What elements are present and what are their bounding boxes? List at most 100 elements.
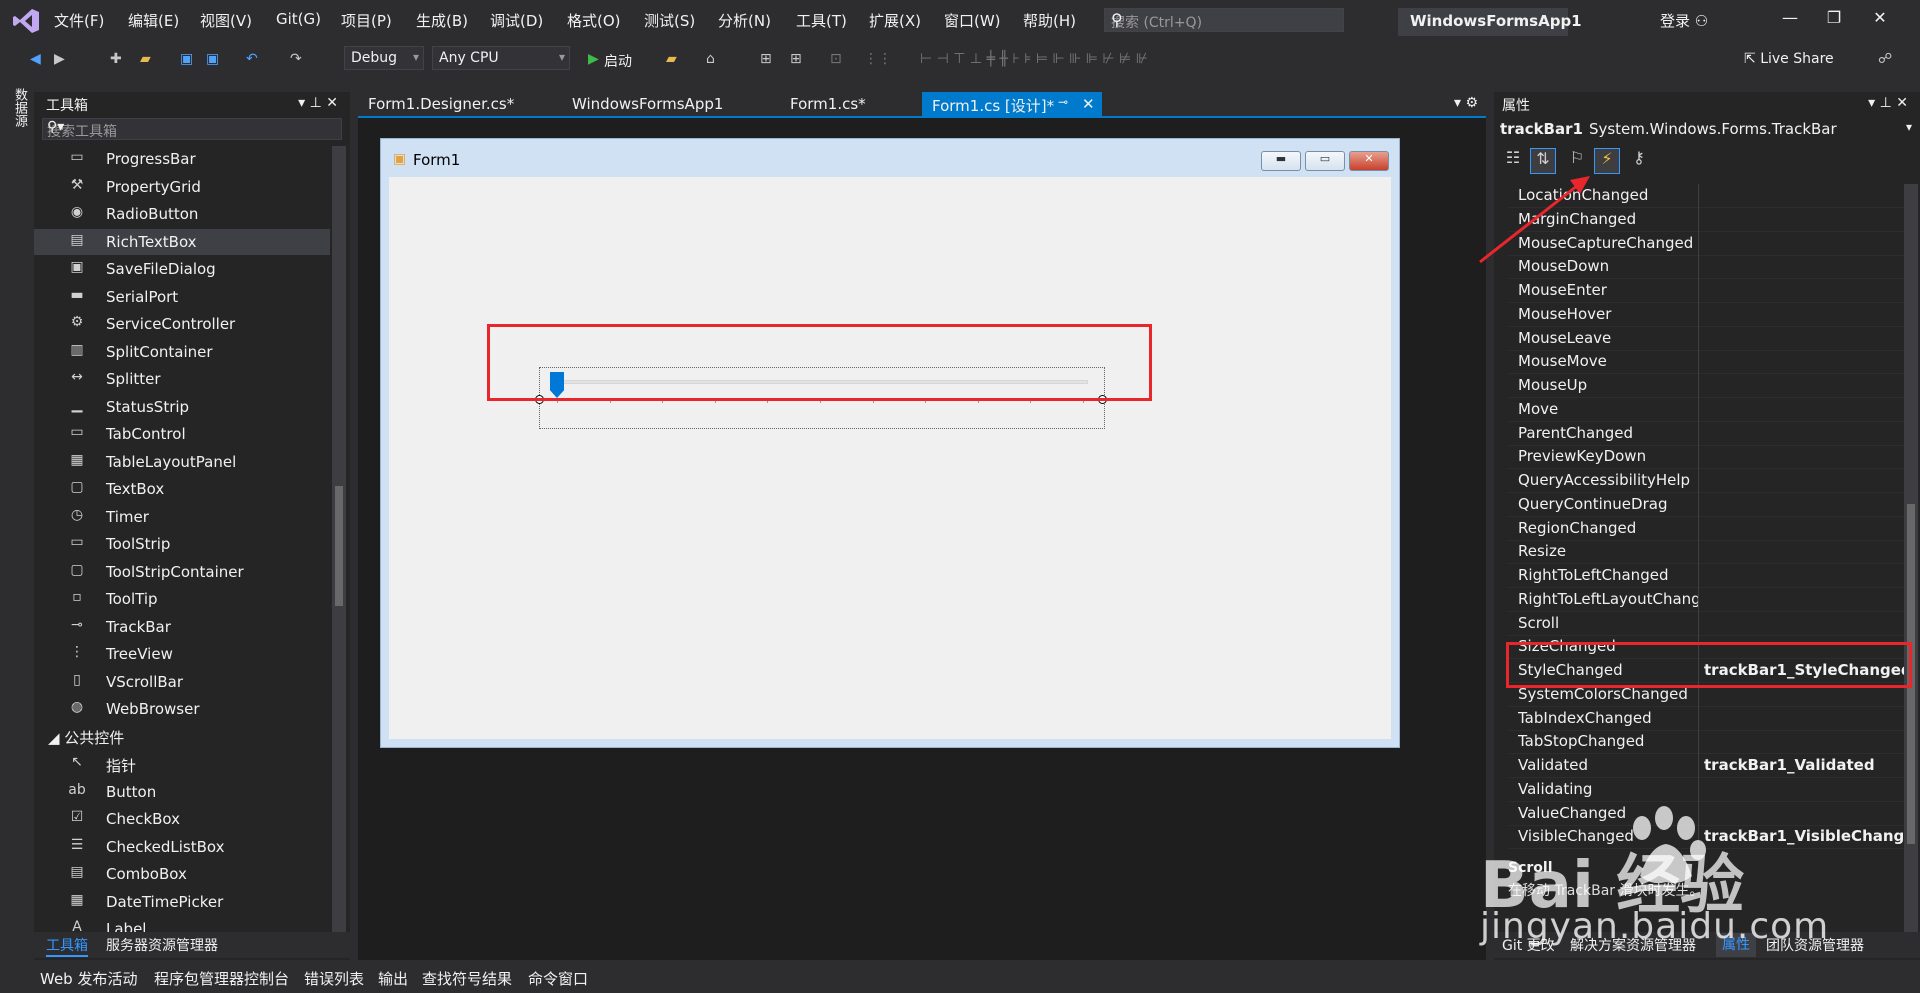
toolbox-item[interactable]: ▭ ToolStrip: [34, 531, 330, 557]
event-row[interactable]: ValueChanged: [1508, 801, 1904, 826]
search-input[interactable]: 搜索 (Ctrl+Q) ⚲: [1104, 8, 1344, 32]
menu-item-10[interactable]: 工具(T): [796, 10, 847, 31]
undo-icon[interactable]: ↶: [246, 51, 258, 67]
toolbox-item[interactable]: ab Button: [34, 779, 330, 805]
menu-item-5[interactable]: 生成(B): [416, 10, 468, 31]
event-row[interactable]: PreviewKeyDown: [1508, 445, 1904, 470]
event-row[interactable]: TabIndexChanged: [1508, 706, 1904, 731]
save-all-icon[interactable]: ▣: [206, 51, 219, 67]
form-close-button[interactable]: ✕: [1349, 151, 1389, 171]
config-select[interactable]: Debug: [344, 46, 424, 70]
close-button[interactable]: ✕: [1862, 8, 1898, 34]
menu-item-3[interactable]: Git(G): [276, 10, 321, 28]
start-button[interactable]: 启动: [604, 51, 632, 71]
menu-item-0[interactable]: 文件(F): [54, 10, 104, 31]
toolbox-item[interactable]: ▫ ToolTip: [34, 586, 330, 612]
visual-studio-logo-icon[interactable]: [12, 7, 40, 35]
toolbox-item[interactable]: ◉ RadioButton: [34, 201, 330, 227]
new-project-icon[interactable]: ✚: [110, 51, 122, 67]
toolbox-item[interactable]: ◷ Timer: [34, 504, 330, 530]
toolbox-item[interactable]: ▭ ProgressBar: [34, 146, 330, 172]
grid-icon[interactable]: ⋮⋮: [864, 51, 892, 67]
tab-error-list[interactable]: 错误列表: [304, 968, 364, 989]
tab-solution-explorer[interactable]: 解决方案资源管理器: [1570, 935, 1696, 955]
event-row[interactable]: Move: [1508, 397, 1904, 422]
toolbox-item[interactable]: ↖ 指针: [34, 751, 330, 777]
forward-icon[interactable]: ▶: [54, 51, 65, 67]
toolbox-item[interactable]: ▤ ComboBox: [34, 861, 330, 887]
data-sources-side-tab[interactable]: 数据源: [0, 76, 34, 956]
toolbox-item[interactable]: ⚙ ServiceController: [34, 311, 330, 337]
pin-icon[interactable]: ⊸: [1058, 95, 1068, 109]
event-row[interactable]: Validated trackBar1_Validated: [1508, 754, 1904, 778]
tab-properties[interactable]: 属性: [1716, 933, 1756, 957]
start-icon[interactable]: ▶: [588, 51, 599, 67]
toolbox-item[interactable]: ☑ CheckBox: [34, 806, 330, 832]
menu-item-13[interactable]: 帮助(H): [1023, 10, 1076, 31]
form1-window[interactable]: ▣ Form1 ▬ ▭ ✕: [380, 138, 1400, 748]
property-pages-icon[interactable]: ⚷: [1626, 148, 1652, 174]
menu-item-6[interactable]: 调试(D): [490, 10, 543, 31]
toolbox-item[interactable]: ☰ CheckedListBox: [34, 834, 330, 860]
save-icon[interactable]: ▣: [180, 51, 193, 67]
properties-scrollbar[interactable]: [1904, 184, 1918, 944]
toolbox-item[interactable]: ▢ TextBox: [34, 476, 330, 502]
event-row[interactable]: QueryAccessibilityHelp: [1508, 469, 1904, 493]
tab-find-symbol[interactable]: 查找符号结果: [422, 968, 512, 989]
event-row[interactable]: RightToLeftLayoutChang: [1508, 587, 1904, 612]
tab-toolbox[interactable]: 工具箱: [46, 935, 88, 957]
tab-output[interactable]: 输出: [378, 968, 408, 989]
menu-item-7[interactable]: 格式(O): [567, 10, 621, 31]
toolbox-item[interactable]: ⋮ TreeView: [34, 641, 330, 667]
menu-item-4[interactable]: 项目(P): [341, 10, 392, 31]
event-row[interactable]: Resize: [1508, 540, 1904, 565]
tab-form1-design[interactable]: Form1.cs [设计]* ⊸ ✕: [922, 92, 1102, 118]
event-row[interactable]: ParentChanged: [1508, 421, 1904, 446]
event-row[interactable]: MouseLeave: [1508, 326, 1904, 351]
toolbox-item[interactable]: ◍ WebBrowser: [34, 696, 330, 722]
toolbox-item[interactable]: ▦ TableLayoutPanel: [34, 449, 330, 475]
menu-item-1[interactable]: 编辑(E): [128, 10, 179, 31]
event-row[interactable]: Scroll: [1508, 611, 1904, 636]
tab-team-explorer[interactable]: 团队资源管理器: [1766, 935, 1864, 955]
login-button[interactable]: 登录 ⚇: [1660, 10, 1708, 31]
form-maximize-button[interactable]: ▭: [1305, 151, 1345, 171]
tab-form1-cs[interactable]: Form1.cs*: [780, 92, 876, 118]
tab-windowsformsapp1[interactable]: WindowsFormsApp1: [562, 92, 733, 118]
form-client-area[interactable]: [389, 177, 1391, 739]
event-row[interactable]: MouseUp: [1508, 374, 1904, 398]
toolbox-item[interactable]: ⊸ TrackBar: [34, 614, 330, 640]
feedback-icon[interactable]: ☍: [1878, 51, 1892, 67]
toolbox-item[interactable]: ▯ VScrollBar: [34, 669, 330, 695]
menu-item-9[interactable]: 分析(N): [718, 10, 771, 31]
platform-select[interactable]: Any CPU: [432, 46, 570, 70]
tab-git-changes[interactable]: Git 更改: [1502, 935, 1555, 955]
menu-item-8[interactable]: 测试(S): [644, 10, 695, 31]
toolbox-item[interactable]: ▣ SaveFileDialog: [34, 256, 330, 282]
event-row[interactable]: QueryContinueDrag: [1508, 492, 1904, 517]
layout2-icon[interactable]: ⊞: [790, 51, 802, 67]
back-icon[interactable]: ◀: [30, 51, 41, 67]
toolbox-scrollbar[interactable]: [332, 146, 346, 946]
event-row[interactable]: MouseHover: [1508, 302, 1904, 327]
tab-form1-designer-cs[interactable]: Form1.Designer.cs*: [358, 92, 524, 118]
event-row[interactable]: MouseMove: [1508, 350, 1904, 375]
menu-item-11[interactable]: 扩展(X): [869, 10, 921, 31]
panel-options-icon[interactable]: ▾ ⊥ ✕: [1868, 95, 1908, 111]
tab-web-publish[interactable]: Web 发布活动: [40, 968, 137, 989]
tab-package-manager[interactable]: 程序包管理器控制台: [154, 968, 289, 989]
toolbox-search-input[interactable]: 搜索工具箱 ⚲▾: [42, 118, 342, 140]
event-row[interactable]: VisibleChanged trackBar1_VisibleChange: [1508, 825, 1904, 850]
tab-order-icon[interactable]: ⊡: [830, 51, 842, 67]
live-share-button[interactable]: ⇱ Live Share: [1744, 51, 1834, 67]
menu-item-2[interactable]: 视图(V): [200, 10, 252, 31]
layout-icon[interactable]: ⊞: [760, 51, 772, 67]
open-folder-icon[interactable]: ▰: [140, 51, 151, 67]
event-row[interactable]: Validating: [1508, 777, 1904, 802]
toolbox-item[interactable]: ↔ Splitter: [34, 366, 330, 392]
toolbox-category-common[interactable]: ◢ 公共控件: [48, 727, 124, 748]
toolbox-item[interactable]: ▁ StatusStrip: [34, 394, 330, 420]
event-row[interactable]: TabStopChanged: [1508, 730, 1904, 755]
panel-options-icon[interactable]: ▾ ⊥ ✕: [298, 95, 338, 111]
form-minimize-button[interactable]: ▬: [1261, 151, 1301, 171]
